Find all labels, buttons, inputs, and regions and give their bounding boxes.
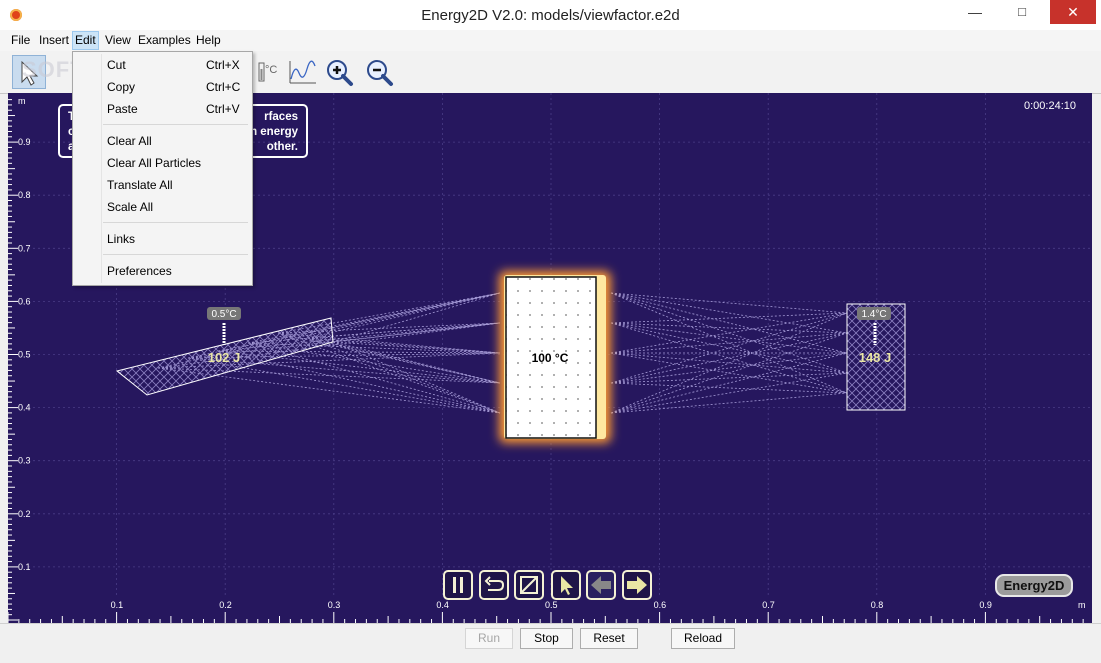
menu-separator <box>103 124 248 125</box>
y-tick-label: 0.8 <box>18 190 31 200</box>
menu-item-clear-all[interactable]: Clear All <box>73 131 252 151</box>
select-tool-button[interactable] <box>551 570 581 600</box>
radiation-ray <box>610 312 848 414</box>
reload-button[interactable]: Reload <box>671 628 735 649</box>
reset-button[interactable]: Reset <box>580 628 638 649</box>
menu-file[interactable]: File <box>9 32 32 49</box>
stop-button[interactable]: Stop <box>520 628 573 649</box>
x-tick-label: 0.1 <box>111 600 124 610</box>
menu-separator <box>103 222 248 223</box>
left-energy-label: 102 J <box>208 350 241 365</box>
menu-view[interactable]: View <box>103 32 133 49</box>
menu-edit[interactable]: Edit <box>72 31 99 50</box>
forward-button[interactable] <box>622 570 652 600</box>
radiation-ray <box>610 382 848 394</box>
y-tick-label: 0.9 <box>18 137 31 147</box>
x-tick-label: 0.9 <box>979 600 992 610</box>
radiation-ray <box>610 292 848 374</box>
y-tick-label: 0.4 <box>18 403 31 413</box>
menu-item-scale-all[interactable]: Scale All <box>73 197 252 217</box>
control-bar: Run Stop Reset Reload <box>0 623 1101 663</box>
radiation-ray <box>610 292 848 394</box>
menu-item-clear-all-particles[interactable]: Clear All Particles <box>73 153 252 173</box>
radiation-ray <box>307 337 501 354</box>
radiation-ray <box>610 312 848 324</box>
left-sensor-label: 0.5°C <box>211 309 236 320</box>
menu-item-cut[interactable]: Cut Ctrl+X <box>73 55 252 75</box>
window-title: Energy2D V2.0: models/viewfactor.e2d <box>421 7 680 24</box>
menu-examples[interactable]: Examples <box>136 32 193 49</box>
radiation-ray <box>610 292 848 334</box>
y-tick-label: 0.3 <box>18 456 31 466</box>
menu-separator <box>103 254 248 255</box>
y-tick-label: 0.1 <box>18 562 31 572</box>
snapshot-button[interactable] <box>514 570 544 600</box>
simulation-clock: 0:00:24:10 <box>1024 100 1076 112</box>
unit-glyph: °C <box>265 64 277 76</box>
edit-menu: Cut Ctrl+X Copy Ctrl+C Paste Ctrl+V Clear A… <box>72 51 253 286</box>
x-tick-label: 0.2 <box>219 600 232 610</box>
menu-item-links[interactable]: Links <box>73 229 252 249</box>
radiation-ray <box>307 292 501 339</box>
maximize-button[interactable]: □ <box>999 0 1045 24</box>
back-button[interactable] <box>586 570 616 600</box>
radiation-ray <box>610 292 848 314</box>
run-button[interactable]: Run <box>465 628 513 649</box>
close-button[interactable]: ✕ <box>1050 0 1096 24</box>
x-tick-label: 0.5 <box>545 600 558 610</box>
energy2d-logo[interactable]: Energy2D <box>995 574 1073 597</box>
y-axis-unit: m <box>18 96 26 106</box>
menu-item-copy[interactable]: Copy Ctrl+C <box>73 77 252 97</box>
right-sensor-label: 1.4°C <box>861 309 886 320</box>
radiation-ray <box>610 372 848 414</box>
y-tick-label: 0.6 <box>18 296 31 306</box>
graph-icon[interactable] <box>286 57 316 87</box>
radiation-ray <box>332 292 501 343</box>
y-tick-label: 0.7 <box>18 243 31 253</box>
zoom-in-icon[interactable] <box>324 57 354 87</box>
y-tick-label: 0.2 <box>18 509 31 519</box>
menu-bar: File Insert Edit View Examples Help <box>0 30 1101 52</box>
menu-help[interactable]: Help <box>194 32 223 49</box>
radiation-ray <box>610 332 848 384</box>
menu-item-preferences[interactable]: Preferences <box>73 261 252 281</box>
reset-view-button[interactable] <box>479 570 509 600</box>
radiation-ray <box>610 322 848 374</box>
menu-item-translate-all[interactable]: Translate All <box>73 175 252 195</box>
radiation-ray <box>610 352 848 414</box>
minimize-button[interactable]: — <box>952 0 998 24</box>
menu-item-paste[interactable]: Paste Ctrl+V <box>73 99 252 119</box>
x-tick-label: 0.7 <box>762 600 775 610</box>
right-energy-label: 148 J <box>859 350 892 365</box>
radiation-ray <box>610 392 848 414</box>
radiation-ray <box>610 292 848 354</box>
center-temp-label: 100 °C <box>532 351 569 365</box>
x-tick-label: 0.8 <box>871 600 884 610</box>
radiation-ray <box>610 322 848 354</box>
radiation-ray <box>332 341 501 354</box>
title-bar: Energy2D V2.0: models/viewfactor.e2d — □… <box>0 0 1101 31</box>
thermometer-icon[interactable]: °C <box>252 57 282 87</box>
pause-button[interactable] <box>443 570 473 600</box>
x-tick-label: 0.4 <box>436 600 449 610</box>
zoom-out-icon[interactable] <box>364 57 394 87</box>
x-tick-label: 0.6 <box>654 600 667 610</box>
radiation-ray <box>610 352 848 384</box>
radiation-ray <box>610 332 848 414</box>
menu-insert[interactable]: Insert <box>37 32 71 49</box>
x-tick-label: 0.3 <box>328 600 341 610</box>
y-tick-label: 0.5 <box>18 350 31 360</box>
x-axis-unit: m <box>1078 600 1086 610</box>
